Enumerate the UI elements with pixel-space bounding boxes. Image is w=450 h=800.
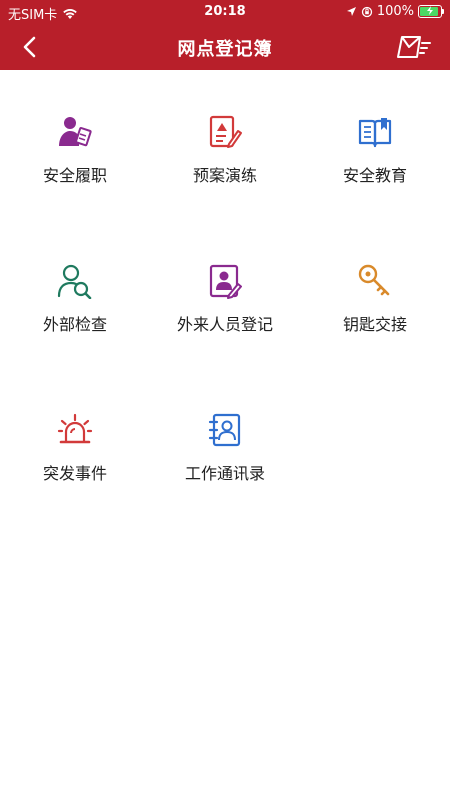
- message-button[interactable]: [394, 33, 434, 61]
- contacts-book-icon: [208, 413, 241, 447]
- grid-item-emergency-drill[interactable]: 预案演练: [150, 70, 300, 185]
- key-icon: [358, 264, 390, 296]
- grid-item-safety-education[interactable]: 安全教育: [300, 70, 450, 185]
- grid-label: 钥匙交接: [342, 315, 407, 334]
- battery-icon: [418, 5, 444, 18]
- location-arrow-icon: [346, 7, 356, 16]
- grid-item-emergency-event[interactable]: 突发事件: [0, 368, 150, 483]
- grid-item-safety-duty[interactable]: 安全履职: [0, 70, 150, 185]
- book-icon: [358, 118, 392, 148]
- grid-label: 外部检查: [42, 315, 107, 334]
- grid-label: 安全履职: [42, 166, 107, 185]
- grid-label: 安全教育: [342, 166, 407, 185]
- person-search-icon: [57, 264, 92, 299]
- navigation-bar: 网点登记簿: [0, 24, 450, 70]
- grid-label: 突发事件: [42, 464, 107, 483]
- grid-item-work-contacts[interactable]: 工作通讯录: [150, 368, 300, 483]
- person-edit-icon: [59, 117, 92, 147]
- battery-text: 100%: [376, 4, 414, 19]
- grid-item-visitor-registration[interactable]: 外来人员登记: [150, 219, 300, 334]
- grid-item-external-inspection[interactable]: 外部检查: [0, 219, 150, 334]
- status-right: 100%: [346, 4, 444, 19]
- page-title: 网点登记簿: [177, 39, 273, 60]
- document-warning-icon: [209, 115, 242, 148]
- grid-label: 工作通讯录: [184, 464, 265, 483]
- grid-label: 外来人员登记: [176, 315, 273, 334]
- id-card-edit-icon: [209, 264, 242, 299]
- grid-item-key-handover[interactable]: 钥匙交接: [300, 219, 450, 334]
- orientation-lock-icon: [361, 6, 372, 17]
- alarm-light-icon: [57, 413, 93, 444]
- grid-label: 预案演练: [192, 166, 257, 185]
- mail-list-icon: [397, 36, 431, 58]
- status-bar: 无SIM卡 20:18 100%: [0, 0, 450, 24]
